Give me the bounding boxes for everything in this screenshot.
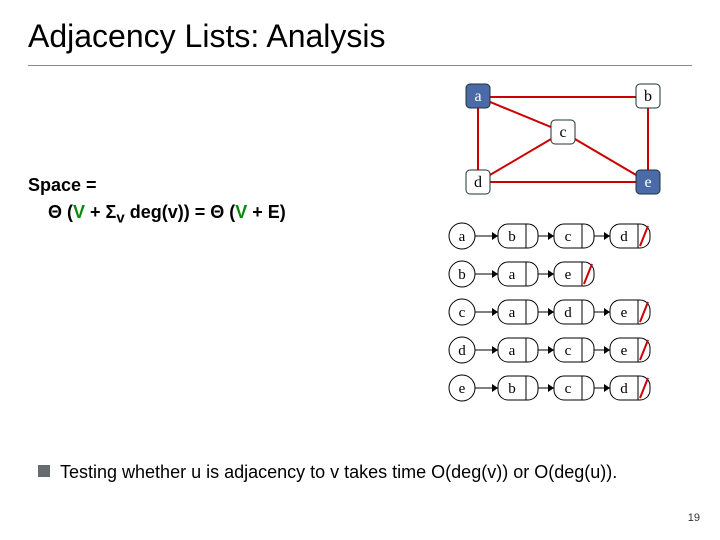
arrow-icon (548, 308, 554, 316)
arrow-icon (604, 308, 610, 316)
adj-node-label: d (620, 229, 628, 245)
sigma: Σ (106, 202, 117, 222)
adj-node-label: c (565, 343, 572, 359)
arrow-icon (492, 308, 498, 316)
node-c: c (551, 120, 575, 144)
adj-node-label: e (621, 305, 628, 321)
node-a: a (466, 84, 490, 108)
svg-text:c: c (559, 124, 566, 141)
plus-1: + (85, 202, 106, 222)
node-d: d (466, 170, 490, 194)
sigma-sub: v (116, 210, 124, 227)
adj-node-label: d (564, 305, 572, 321)
adj-node-label: c (565, 229, 572, 245)
adj-head-label: d (458, 343, 466, 359)
adj-node-box (498, 262, 538, 286)
adj-node-label: d (620, 381, 628, 397)
adj-node-box (554, 376, 594, 400)
formula-line-2: Θ (V + Σv deg(v)) = Θ (V + E) (28, 199, 438, 230)
adj-node-label: c (565, 381, 572, 397)
paren-open-2: ( (224, 202, 235, 222)
adj-node-label: a (509, 343, 516, 359)
graph-svg: a b c d e (438, 72, 688, 212)
arrow-icon (492, 232, 498, 240)
adj-head-label: e (459, 381, 466, 397)
node-b: b (636, 84, 660, 108)
arrow-icon (548, 346, 554, 354)
theta-1: Θ (48, 202, 62, 222)
arrow-icon (604, 384, 610, 392)
adj-head-label: a (459, 229, 466, 245)
bullet-block: Testing whether u is adjacency to v take… (38, 460, 692, 484)
adj-node-label: e (565, 267, 572, 283)
arrow-icon (604, 232, 610, 240)
arrow-icon (492, 346, 498, 354)
adj-node-label: a (509, 305, 516, 321)
space-formula: Space = Θ (V + Σv deg(v)) = Θ (V + E) (28, 172, 438, 230)
svg-text:a: a (474, 88, 481, 105)
arrow-icon (492, 384, 498, 392)
arrow-icon (492, 270, 498, 278)
formula-line-1: Space = (28, 172, 438, 199)
theta-2: Θ (210, 202, 224, 222)
arrow-icon (548, 232, 554, 240)
adj-node-label: e (621, 343, 628, 359)
node-e: e (636, 170, 660, 194)
svg-text:d: d (474, 174, 482, 191)
svg-text:e: e (644, 174, 651, 191)
degv-text: deg(v)) = (125, 202, 211, 222)
graph-nodes: a b c d e (466, 84, 660, 194)
adjacency-list-svg: a b c d b a e c a d e d a c e e b c d (438, 216, 688, 416)
adj-node-box (498, 338, 538, 362)
V-2: V (235, 202, 247, 222)
slide-title: Adjacency Lists: Analysis (28, 18, 692, 55)
bullet-text: Testing whether u is adjacency to v take… (60, 460, 692, 484)
arrow-icon (548, 384, 554, 392)
adj-head-label: c (459, 305, 466, 321)
svg-text:b: b (644, 88, 652, 105)
title-rule (28, 65, 692, 66)
plus-E: + E) (247, 202, 286, 222)
arrow-icon (604, 346, 610, 354)
V-1: V (73, 202, 85, 222)
adj-node-label: a (509, 267, 516, 283)
adj-node-label: b (508, 381, 516, 397)
paren-open-1: ( (62, 202, 73, 222)
adj-head-label: b (458, 267, 466, 283)
adj-node-box (498, 300, 538, 324)
adj-node-label: b (508, 229, 516, 245)
graph-diagram: a b c d e a b c d b a e c a d e d a c e e b c d (438, 72, 698, 416)
arrow-icon (548, 270, 554, 278)
adj-node-box (554, 338, 594, 362)
bullet-icon (38, 465, 50, 477)
adj-node-box (498, 224, 538, 248)
adj-node-box (498, 376, 538, 400)
adj-node-box (554, 300, 594, 324)
page-number: 19 (688, 512, 700, 524)
adj-node-box (554, 224, 594, 248)
